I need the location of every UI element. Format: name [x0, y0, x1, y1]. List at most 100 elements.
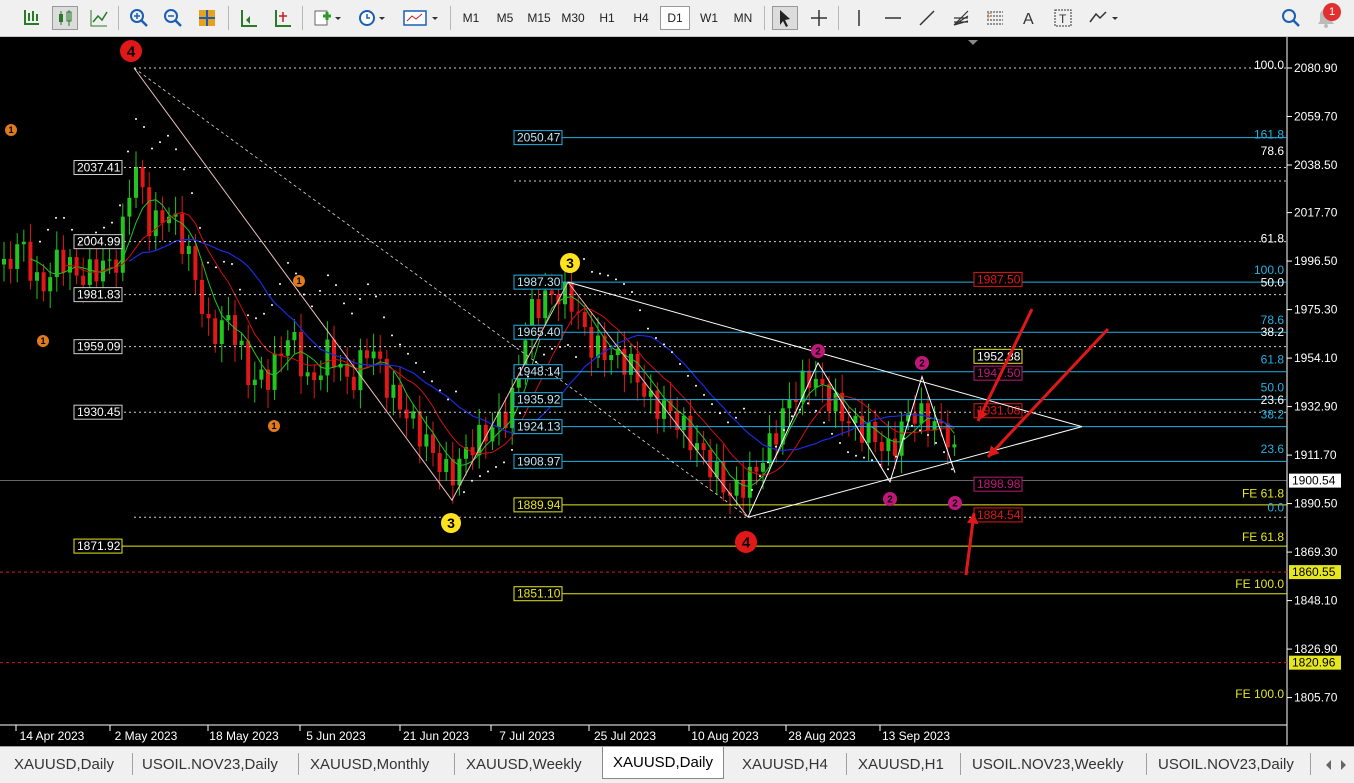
- price-tick-label: 1975.30: [1294, 303, 1338, 317]
- target-label: 1987.50: [977, 272, 1021, 286]
- candle-body: [21, 241, 26, 245]
- fib-level-label: 1935.92: [517, 393, 561, 407]
- timeframe-d1[interactable]: D1: [660, 6, 690, 30]
- chart-shift-icon[interactable]: [270, 6, 296, 30]
- timeframe-m5[interactable]: M5: [490, 6, 520, 30]
- autoscroll-icon[interactable]: [236, 6, 262, 30]
- psar-dot: [327, 274, 329, 277]
- zoom-in-icon[interactable]: [126, 6, 152, 30]
- line-chart-icon[interactable]: [86, 6, 112, 30]
- price-chart[interactable]: 2037.41 2004.99 1981.83 1959.09 1930.45 1871.…: [0, 37, 1354, 745]
- chart-tab[interactable]: XAUUSD,Daily: [14, 750, 114, 778]
- candle-body: [549, 290, 554, 295]
- psar-dot: [839, 441, 841, 444]
- price-tick-label: 1954.10: [1294, 351, 1338, 365]
- current-price-label: 1900.54: [1292, 474, 1336, 488]
- candle-body: [642, 382, 647, 397]
- periods-icon[interactable]: [354, 6, 390, 30]
- psar-dot: [343, 302, 345, 305]
- chart-tab[interactable]: XAUUSD,H4: [742, 750, 828, 778]
- vertical-line-icon[interactable]: [846, 6, 872, 30]
- candlestick-icon[interactable]: [52, 6, 78, 30]
- wave-label: 1: [8, 125, 13, 135]
- crosshair-icon[interactable]: [806, 6, 832, 30]
- fib-ratio-label: FE 100.0: [1235, 577, 1284, 591]
- candle-body: [186, 245, 191, 255]
- psar-dot: [455, 390, 457, 393]
- candle-body: [252, 379, 257, 386]
- candle-body: [582, 312, 587, 328]
- shapes-icon[interactable]: [1084, 6, 1124, 30]
- candle-body: [609, 355, 614, 361]
- gann-icon[interactable]: [948, 6, 974, 30]
- psar-dot: [583, 258, 585, 261]
- candle-body: [932, 421, 937, 431]
- candle-body: [48, 277, 53, 292]
- psar-dot: [215, 266, 217, 269]
- candle-body: [701, 443, 706, 450]
- candle-body: [398, 384, 402, 410]
- indicators-icon[interactable]: [310, 6, 346, 30]
- psar-dot: [55, 216, 57, 219]
- fib-level-label: 1851.10: [517, 587, 561, 601]
- psar-dot: [319, 289, 321, 292]
- psar-dot: [879, 463, 881, 466]
- timeframe-m15[interactable]: M15: [524, 6, 554, 30]
- tab-scroll-icon[interactable]: [1322, 757, 1350, 773]
- psar-dot: [895, 455, 897, 458]
- fib-level-label: 1930.45: [77, 405, 121, 419]
- candle-body: [153, 210, 158, 237]
- psar-dot: [719, 412, 721, 415]
- timeframe-w1[interactable]: W1: [694, 6, 724, 30]
- psar-dot: [767, 461, 769, 464]
- psar-dot: [247, 314, 249, 317]
- candle-body: [81, 275, 86, 285]
- trendline-icon[interactable]: [914, 6, 940, 30]
- psar-dot: [663, 343, 665, 346]
- psar-dot: [695, 384, 697, 387]
- candle-body: [61, 249, 66, 273]
- chart-tab-active[interactable]: XAUUSD,Daily: [602, 747, 725, 779]
- bar-chart-icon[interactable]: [18, 6, 44, 30]
- time-tick-label: 18 May 2023: [209, 729, 279, 743]
- chart-tab[interactable]: XAUUSD,H1: [858, 750, 944, 778]
- candle-body: [219, 320, 224, 345]
- psar-dot: [807, 402, 809, 405]
- timeframe-m1[interactable]: M1: [456, 6, 486, 30]
- zoom-out-icon[interactable]: [160, 6, 186, 30]
- timeframe-mn[interactable]: MN: [728, 6, 758, 30]
- chart-tab[interactable]: USOIL.NOV23,Daily: [142, 750, 278, 778]
- text-label-icon[interactable]: T: [1050, 6, 1076, 30]
- chart-tab[interactable]: XAUUSD,Monthly: [310, 750, 429, 778]
- cursor-icon[interactable]: [772, 6, 798, 30]
- psar-dot: [103, 226, 105, 229]
- fib-ratio-label: FE 61.8: [1242, 530, 1284, 544]
- chart-tab[interactable]: USOIL.NOV23,Weekly: [972, 750, 1123, 778]
- timeframe-m30[interactable]: M30: [558, 6, 588, 30]
- chart-tab[interactable]: USOIL.NOV23,Daily: [1158, 750, 1294, 778]
- chart-tab[interactable]: XAUUSD,Weekly: [466, 750, 582, 778]
- psar-dot: [383, 316, 385, 319]
- candle-body: [635, 353, 640, 383]
- svg-text:F: F: [987, 12, 992, 21]
- psar-dot: [399, 343, 401, 346]
- text-icon[interactable]: A: [1016, 6, 1042, 30]
- candle-body: [761, 463, 765, 472]
- psar-dot: [855, 454, 857, 457]
- fibonacci-icon[interactable]: F: [982, 6, 1008, 30]
- psar-dot: [423, 371, 425, 374]
- horizontal-line-icon[interactable]: [880, 6, 906, 30]
- candle-body: [886, 438, 891, 452]
- price-marker-label: 1860.55: [1292, 565, 1336, 579]
- timeframe-h4[interactable]: H4: [626, 6, 656, 30]
- psar-dot: [271, 304, 273, 307]
- search-icon[interactable]: [1278, 6, 1304, 30]
- candle-body: [708, 449, 713, 478]
- psar-dot: [183, 168, 185, 171]
- templates-icon[interactable]: [400, 6, 444, 30]
- candle-body: [332, 339, 336, 368]
- tile-windows-icon[interactable]: [194, 6, 220, 30]
- psar-dot: [511, 448, 513, 451]
- psar-dot: [311, 305, 313, 308]
- timeframe-h1[interactable]: H1: [592, 6, 622, 30]
